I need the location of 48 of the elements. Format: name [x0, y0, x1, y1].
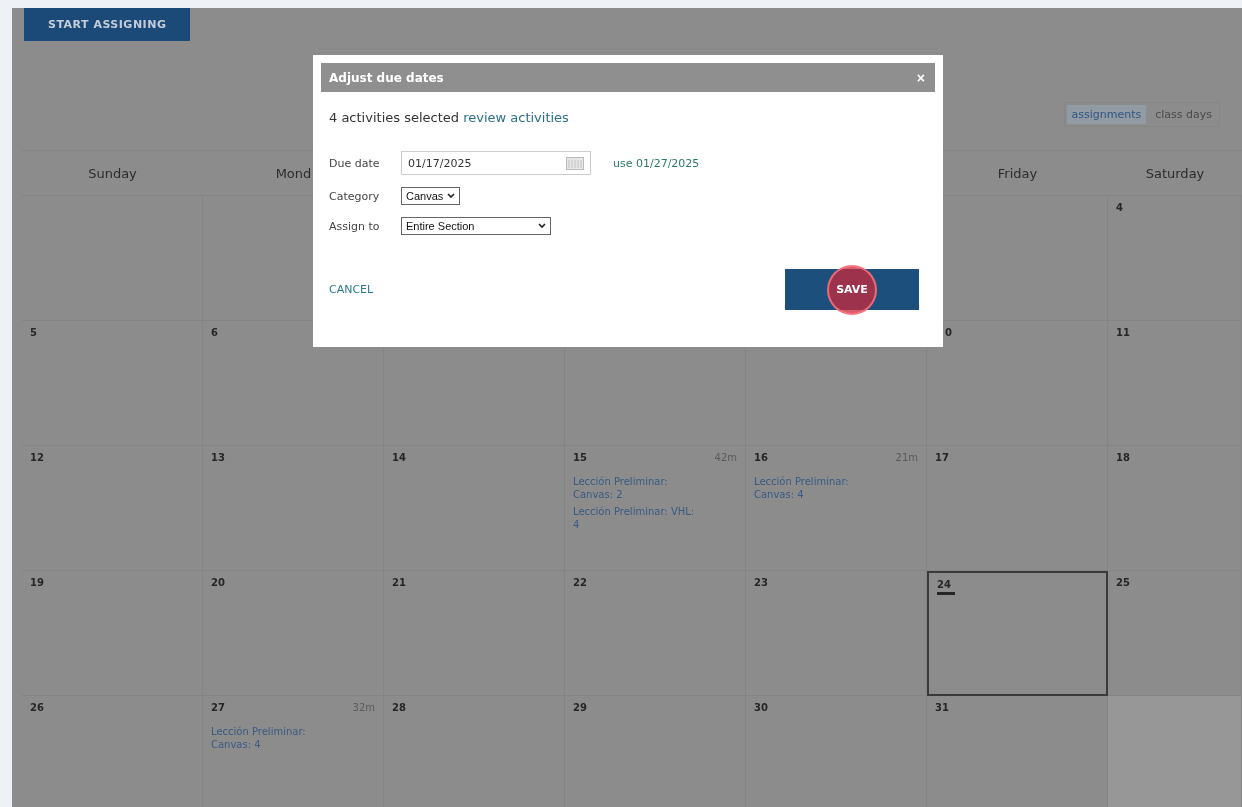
- day-number: 14: [392, 452, 406, 463]
- day-number: 29: [573, 702, 587, 713]
- day-number: 16: [754, 452, 768, 463]
- calendar-icon[interactable]: [566, 156, 584, 170]
- day-number: 17: [935, 452, 949, 463]
- cancel-button[interactable]: CANCEL: [329, 283, 374, 296]
- caret-icon: [447, 193, 456, 199]
- day-number: 22: [573, 577, 587, 588]
- day-number: 26: [30, 702, 44, 713]
- day-number: 25: [1116, 577, 1130, 588]
- day-number: 15: [573, 452, 587, 463]
- day-number: 27: [211, 702, 225, 713]
- day-number: 6: [211, 327, 218, 338]
- day-number: 5: [30, 327, 37, 338]
- weekday-header: Sunday: [88, 165, 137, 181]
- day-number: 0: [945, 327, 952, 338]
- start-assigning-button[interactable]: START ASSIGNING: [24, 8, 191, 41]
- day-number: 4: [1116, 202, 1123, 213]
- day-number: 12: [30, 452, 44, 463]
- day-number: 31: [935, 702, 949, 713]
- day-number: 19: [30, 577, 44, 588]
- field-label: Assign to: [329, 219, 381, 233]
- use-date-link[interactable]: use 01/27/2025: [613, 156, 700, 170]
- dropdown[interactable]: Canvas: [401, 187, 461, 205]
- close-button[interactable]: ×: [914, 69, 927, 86]
- field-label: Due date: [329, 156, 381, 170]
- review-activities-link[interactable]: review activities: [463, 110, 569, 125]
- day-number: 24: [937, 579, 951, 590]
- view-toggle-option[interactable]: assignments: [1066, 105, 1147, 124]
- day-number: 21: [392, 577, 406, 588]
- weekday-header: Friday: [997, 165, 1038, 181]
- selection-summary: 4 activities selected review activities: [329, 110, 570, 125]
- dialog-title: Adjust due dates: [329, 70, 444, 85]
- weekday-header: Mond: [275, 165, 312, 181]
- day-number: 18: [1116, 452, 1130, 463]
- day-number: 23: [754, 577, 768, 588]
- day-number: 30: [754, 702, 768, 713]
- today-marker: [937, 592, 955, 595]
- day-number: 13: [211, 452, 225, 463]
- date-field[interactable]: 01/17/2025: [401, 151, 591, 175]
- field-label: Category: [329, 189, 381, 203]
- caret-icon: [538, 223, 546, 229]
- day-number: 11: [1116, 327, 1130, 338]
- weekday-header: Saturday: [1145, 165, 1205, 181]
- view-toggle-option[interactable]: class days: [1150, 105, 1217, 124]
- day-number: 20: [211, 577, 225, 588]
- dropdown[interactable]: Entire Section: [401, 217, 551, 235]
- day-number: 28: [392, 702, 406, 713]
